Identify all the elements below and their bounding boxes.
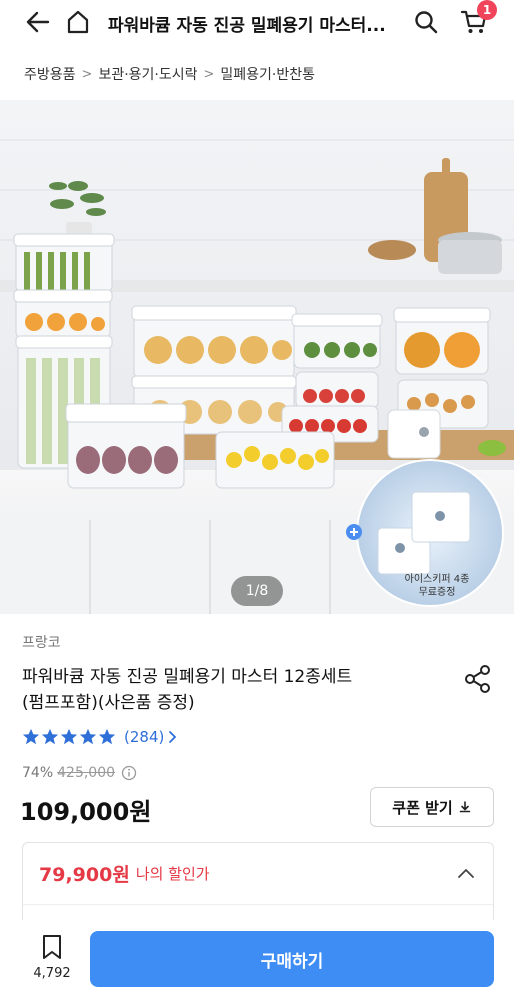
- product-image-gallery[interactable]: [0, 100, 514, 614]
- coupon-label: 쿠폰 받기: [392, 798, 453, 817]
- star-icon: [79, 728, 97, 745]
- rating-row[interactable]: (284): [22, 726, 180, 748]
- share-icon: [465, 665, 490, 693]
- breadcrumb: 주방용품 > 보관·용기·도시락 > 밀폐용기·반찬통: [24, 60, 315, 88]
- discount-rate: 74%: [22, 765, 54, 781]
- header-title: 파워바큠 자동 진공 밀폐용기 마스터...: [108, 16, 386, 36]
- star-icon: [22, 728, 40, 745]
- back-button[interactable]: [20, 4, 56, 40]
- wishlist-count: 4,792: [33, 966, 71, 981]
- star-icon: [98, 728, 116, 745]
- product-name-line2: (펌프포함)(사은품 증정): [22, 693, 195, 713]
- share-button[interactable]: [462, 663, 494, 695]
- home-button[interactable]: [60, 4, 96, 40]
- breadcrumb-item-storage[interactable]: 보관·용기·도시락: [98, 64, 197, 84]
- download-icon: [459, 801, 471, 813]
- review-count[interactable]: (284): [124, 728, 164, 746]
- my-discount-panel[interactable]: 79,900원 나의 할인가: [22, 842, 494, 904]
- breadcrumb-item-kitchen[interactable]: 주방용품: [24, 64, 76, 84]
- product-name-line1: 파워바큠 자동 진공 밀폐용기 마스터 12종세트: [22, 667, 353, 687]
- info-icon[interactable]: [121, 765, 137, 781]
- gallery-page-counter: 1/8: [231, 576, 283, 606]
- breadcrumb-item-containers[interactable]: 밀폐용기·반찬통: [220, 64, 315, 84]
- search-icon: [415, 11, 438, 34]
- my-discount-label: 나의 할인가: [135, 865, 210, 883]
- promo-gift-caption: 아이스키퍼 4종 무료증정: [387, 573, 487, 599]
- top-app-bar: 파워바큠 자동 진공 밀폐용기 마스터... 1: [0, 0, 514, 44]
- buy-button[interactable]: 구매하기: [90, 931, 494, 987]
- rating-stars: [22, 728, 116, 746]
- chevron-right-icon: [169, 731, 177, 743]
- product-name: 파워바큠 자동 진공 밀폐용기 마스터 12종세트 (펌프포함)(사은품 증정): [22, 664, 422, 716]
- cart-badge: 1: [477, 0, 497, 20]
- home-icon: [67, 10, 89, 34]
- original-price: 425,000: [57, 765, 116, 781]
- brand-name[interactable]: 프랑코: [22, 632, 61, 652]
- breadcrumb-separator-icon: >: [81, 66, 93, 82]
- star-icon: [60, 728, 78, 745]
- bookmark-icon: [43, 935, 61, 959]
- wishlist-button[interactable]: 4,792: [30, 934, 74, 986]
- discount-row: 74% 425,000: [22, 763, 137, 783]
- promo-caption-line2: 무료증정: [418, 587, 456, 598]
- back-arrow-icon: [26, 11, 50, 33]
- coupon-download-button[interactable]: 쿠폰 받기: [370, 787, 494, 827]
- sale-price: 109,000원: [20, 798, 152, 826]
- promo-caption-line1: 아이스키퍼 4종: [404, 574, 470, 585]
- my-discount-price: 79,900원: [39, 864, 130, 886]
- search-button[interactable]: [408, 4, 444, 40]
- breadcrumb-separator-icon: >: [203, 66, 215, 82]
- product-photo: [0, 100, 514, 614]
- chevron-up-icon[interactable]: [455, 863, 477, 885]
- star-icon: [41, 728, 59, 745]
